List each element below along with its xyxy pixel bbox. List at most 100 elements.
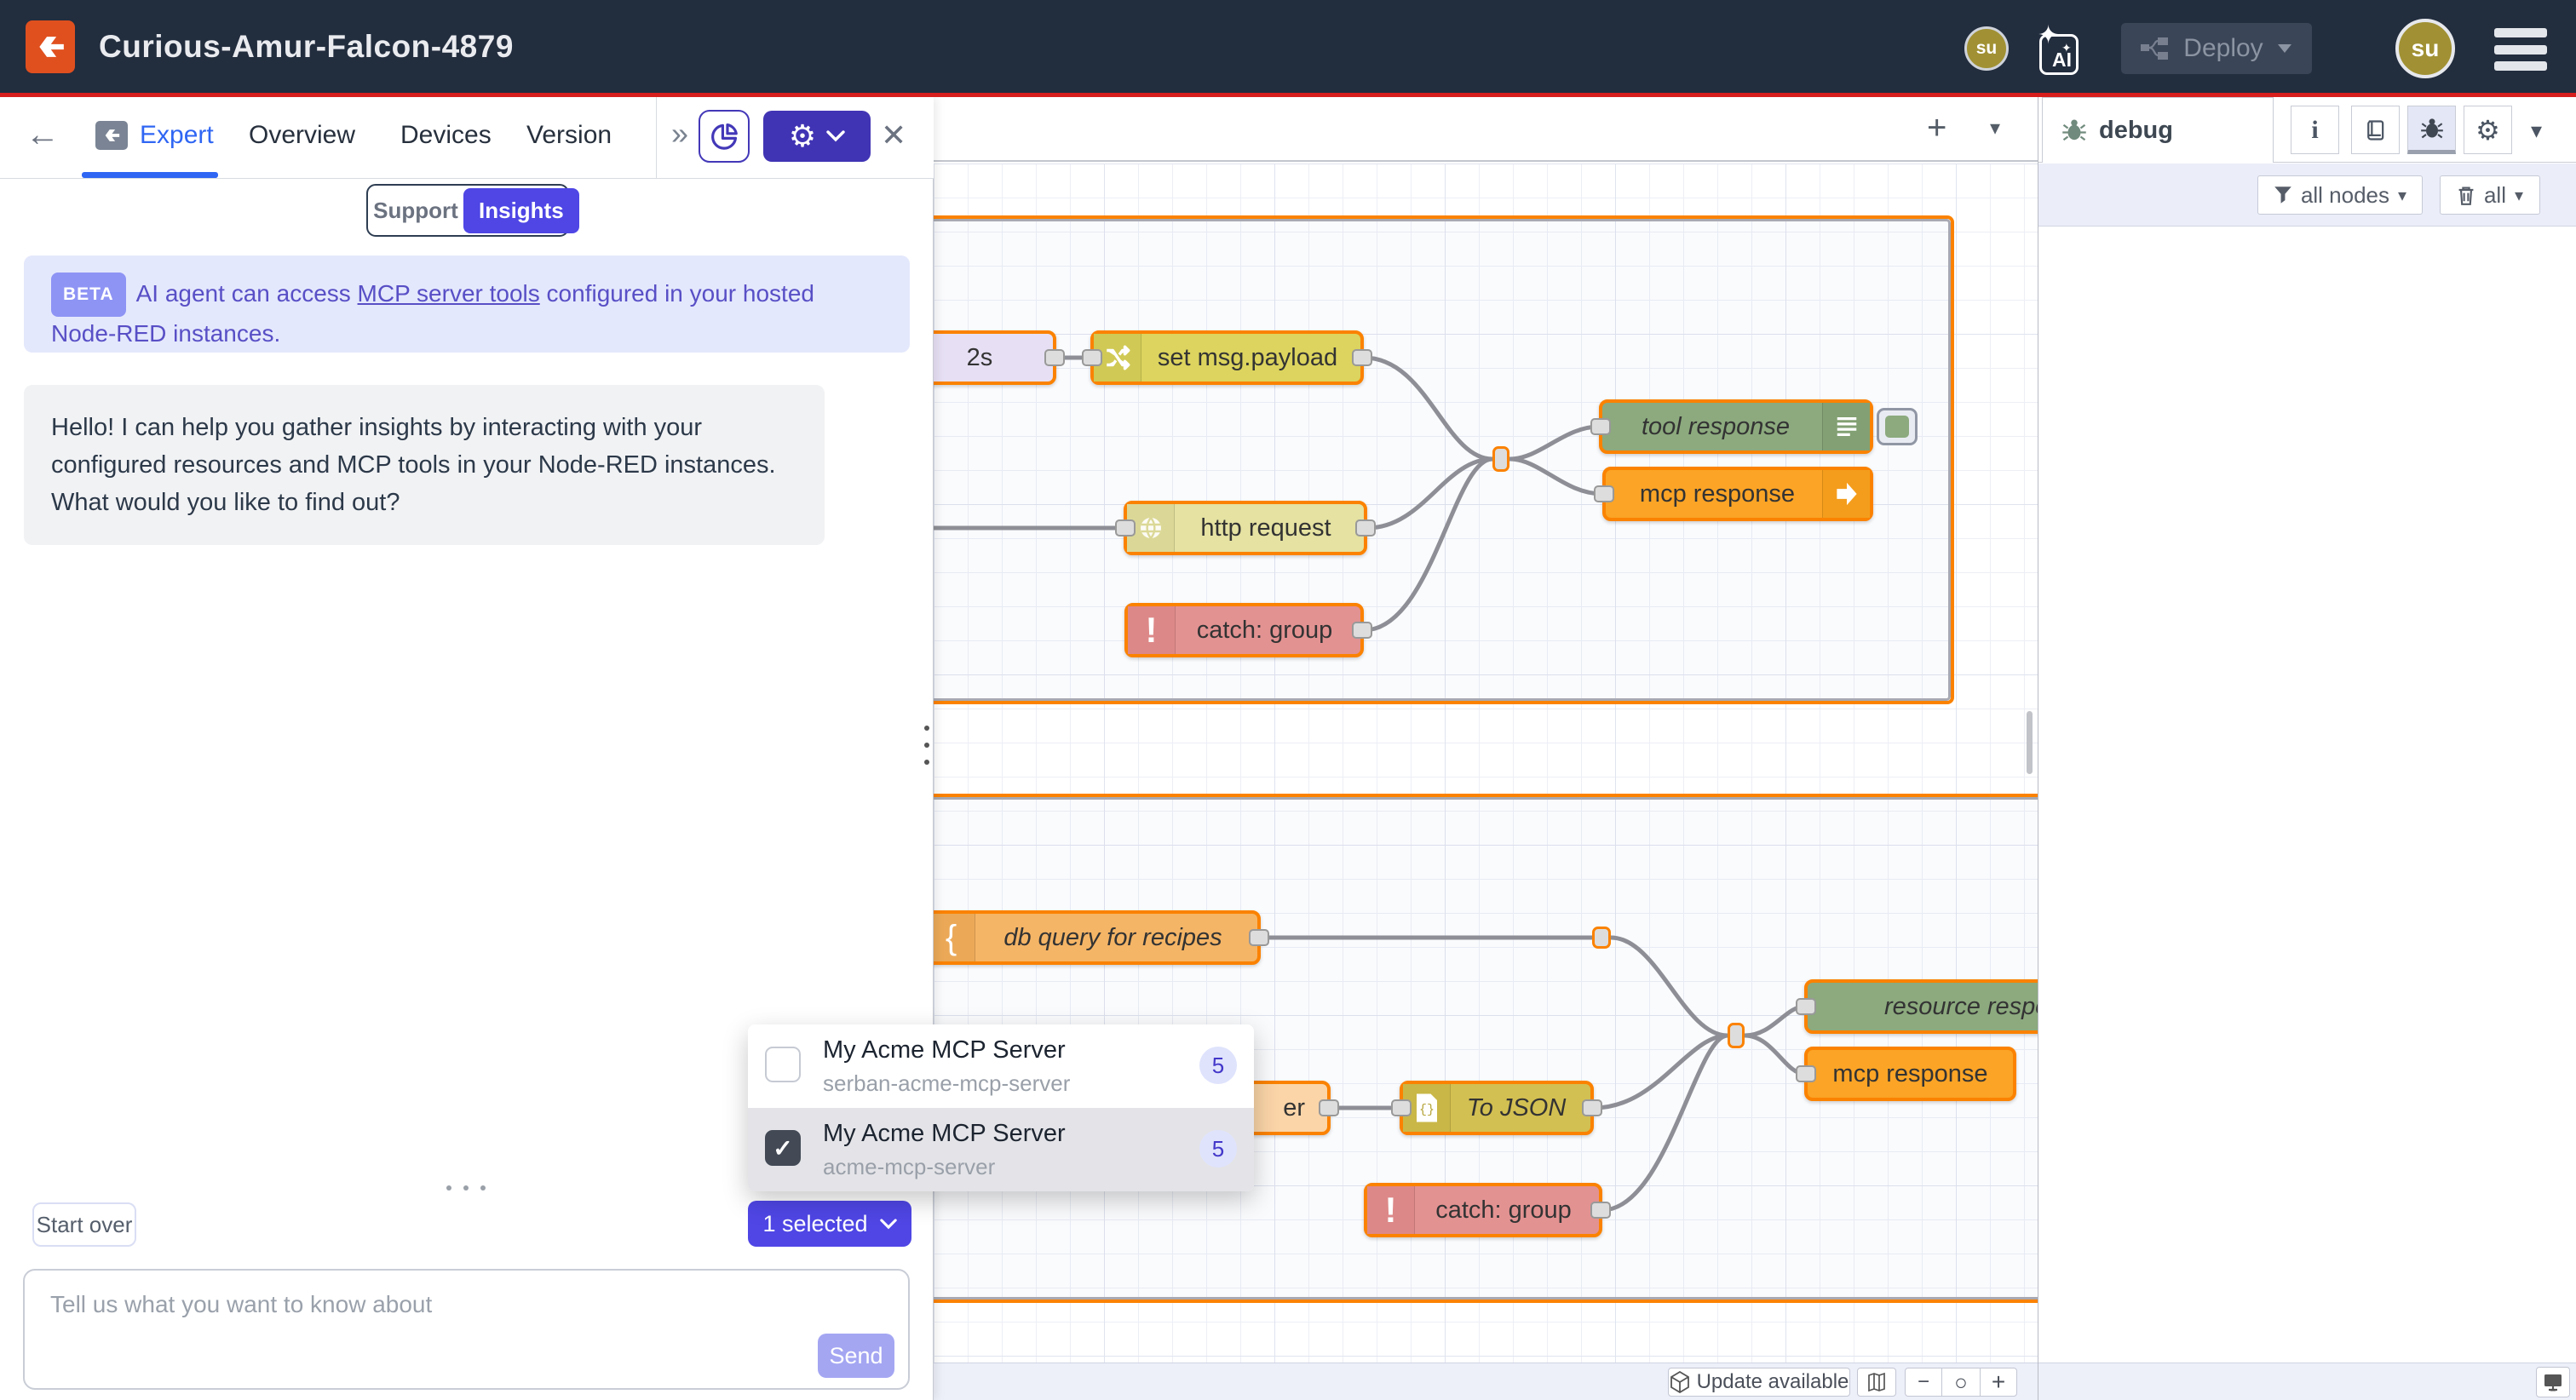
sidebar-menu-caret-icon[interactable]: ▾ <box>2531 118 2542 144</box>
flowfuse-logo[interactable] <box>26 20 75 73</box>
flow-list-caret-icon[interactable]: ▾ <box>1990 116 2000 141</box>
zoom-out-button[interactable]: − <box>1905 1368 1942 1397</box>
node-input-port[interactable] <box>1796 1065 1816 1082</box>
deploy-button[interactable]: Deploy <box>2121 23 2312 74</box>
flow-canvas[interactable]: 2s set msg.payload http request <box>934 97 2038 1400</box>
tab-version[interactable]: Version <box>526 121 612 150</box>
info-icon: i <box>2311 116 2318 145</box>
wire-junction-2[interactable] <box>1728 1023 1745 1048</box>
checkbox-unchecked[interactable] <box>765 1047 801 1082</box>
mcp-server-option[interactable]: My Acme MCP Server serban-acme-mcp-serve… <box>748 1024 1254 1108</box>
node-to-json[interactable]: {} To JSON <box>1400 1081 1594 1135</box>
user-avatar[interactable]: su <box>2395 19 2455 78</box>
mode-toggle: Support Insights <box>366 184 569 237</box>
mcp-server-tools-link[interactable]: MCP server tools <box>358 280 540 307</box>
node-output-port[interactable] <box>1352 622 1372 639</box>
main-menu-icon[interactable] <box>2494 28 2547 71</box>
node-input-port[interactable] <box>1590 418 1611 435</box>
node-debug-resource-response[interactable]: resource respons <box>1804 979 2038 1034</box>
mcp-server-option[interactable]: ✓ My Acme MCP Server acme-mcp-server 5 <box>748 1108 1254 1191</box>
node-input-port[interactable] <box>1594 485 1614 502</box>
open-in-window-button[interactable] <box>2536 1367 2570 1397</box>
node-inject-timer[interactable]: 2s <box>934 330 1056 385</box>
bug-icon <box>2061 118 2087 143</box>
tab-devices[interactable]: Devices <box>400 121 492 150</box>
link-point[interactable] <box>1592 927 1611 949</box>
collaborator-avatar[interactable]: su <box>1964 26 2009 71</box>
node-mcp-response[interactable]: mcp response <box>1602 467 1873 521</box>
minimap-button[interactable] <box>1857 1368 1896 1397</box>
server-select-button[interactable]: 1 selected <box>748 1201 911 1247</box>
zoom-reset-button[interactable]: ○ <box>1942 1368 1980 1397</box>
node-label: tool response <box>1642 413 1831 441</box>
debug-filter-label: all nodes <box>2301 182 2389 209</box>
close-icon[interactable]: ✕ <box>881 118 906 153</box>
node-http-request[interactable]: http request <box>1124 501 1367 555</box>
toggle-insights[interactable]: Insights <box>463 188 579 233</box>
send-button[interactable]: Send <box>818 1334 894 1378</box>
node-label: catch: group <box>1156 617 1333 645</box>
checkbox-checked[interactable]: ✓ <box>765 1130 801 1166</box>
exclamation-icon: ! <box>1128 606 1176 654</box>
tab-overview[interactable]: Overview <box>249 121 355 150</box>
ai-assistant-icon[interactable]: ✦ ✦ AI <box>2039 24 2084 75</box>
more-tabs-icon[interactable]: » <box>671 116 687 152</box>
debug-filter-button[interactable]: all nodes ▾ <box>2257 175 2423 215</box>
node-output-port[interactable] <box>1590 1202 1611 1219</box>
chat-input-box: Send <box>23 1269 910 1390</box>
bug-icon <box>2420 117 2444 141</box>
node-input-port[interactable] <box>1115 519 1136 536</box>
info-tab-button[interactable]: i <box>2291 106 2339 154</box>
node-input-port[interactable] <box>1796 998 1816 1015</box>
assistant-settings-button[interactable]: ⚙ <box>763 111 871 162</box>
debug-enable-toggle[interactable] <box>1877 408 1918 445</box>
node-mcp-response-2[interactable]: mcp response <box>1804 1047 2016 1101</box>
instance-title: Curious-Amur-Falcon-4879 <box>99 29 514 65</box>
gear-icon: ⚙ <box>2475 114 2500 146</box>
add-flow-icon[interactable]: + <box>1927 109 1946 147</box>
help-tab-button[interactable] <box>2351 106 2400 154</box>
node-input-port[interactable] <box>1391 1099 1412 1116</box>
mcp-server-dropdown: My Acme MCP Server serban-acme-mcp-serve… <box>748 1024 1254 1191</box>
node-input-port[interactable] <box>1082 349 1102 366</box>
tab-expert[interactable]: Expert <box>95 121 214 150</box>
panel-resize-handle[interactable] <box>446 1185 486 1191</box>
monitor-icon <box>2543 1372 2563 1392</box>
funnel-icon <box>2274 186 2292 204</box>
tab-debug-label: debug <box>2099 117 2173 145</box>
start-over-button[interactable]: Start over <box>32 1202 136 1247</box>
node-set-msg-payload[interactable]: set msg.payload <box>1090 330 1364 385</box>
tool-count-badge: 5 <box>1199 1047 1237 1084</box>
update-available-label: Update available <box>1697 1370 1849 1394</box>
debug-tab-button[interactable] <box>2407 106 2456 154</box>
node-output-port[interactable] <box>1319 1099 1339 1116</box>
node-db-query[interactable]: { db query for recipes <box>934 910 1261 965</box>
pie-chart-icon <box>708 120 740 152</box>
config-tab-button[interactable]: ⚙ <box>2464 106 2512 154</box>
app-window: 2s set msg.payload http request <box>0 0 2576 1400</box>
node-catch-group[interactable]: ! catch: group <box>1124 603 1364 657</box>
back-arrow-icon[interactable]: ← <box>26 116 60 154</box>
exclamation-icon: ! <box>1367 1186 1415 1234</box>
update-available-button[interactable]: Update available <box>1668 1368 1850 1397</box>
toggle-support[interactable]: Support <box>368 198 463 224</box>
node-debug-tool-response[interactable]: tool response <box>1599 399 1873 454</box>
wire-junction-1[interactable] <box>1492 446 1509 472</box>
chat-input-field[interactable] <box>25 1271 908 1344</box>
workspace-tabbar[interactable]: + ▾ <box>934 97 2038 162</box>
canvas-scrollbar[interactable] <box>2027 711 2033 774</box>
node-output-port[interactable] <box>1249 929 1269 946</box>
insights-chart-button[interactable] <box>699 110 750 163</box>
debug-clear-button[interactable]: all ▾ <box>2440 175 2540 215</box>
check-icon: ✓ <box>773 1134 792 1162</box>
node-output-port[interactable] <box>1355 519 1376 536</box>
beta-badge: BETA <box>51 273 126 317</box>
debug-footer <box>2038 1363 2576 1400</box>
node-output-port[interactable] <box>1044 349 1065 366</box>
node-catch-group-2[interactable]: ! catch: group <box>1364 1183 1602 1237</box>
node-output-port[interactable] <box>1352 349 1372 366</box>
node-output-port[interactable] <box>1582 1099 1602 1116</box>
tab-debug[interactable]: debug <box>2042 97 2274 163</box>
zoom-in-button[interactable]: + <box>1980 1368 2017 1397</box>
panel-edge-resize-handle[interactable] <box>924 726 929 765</box>
